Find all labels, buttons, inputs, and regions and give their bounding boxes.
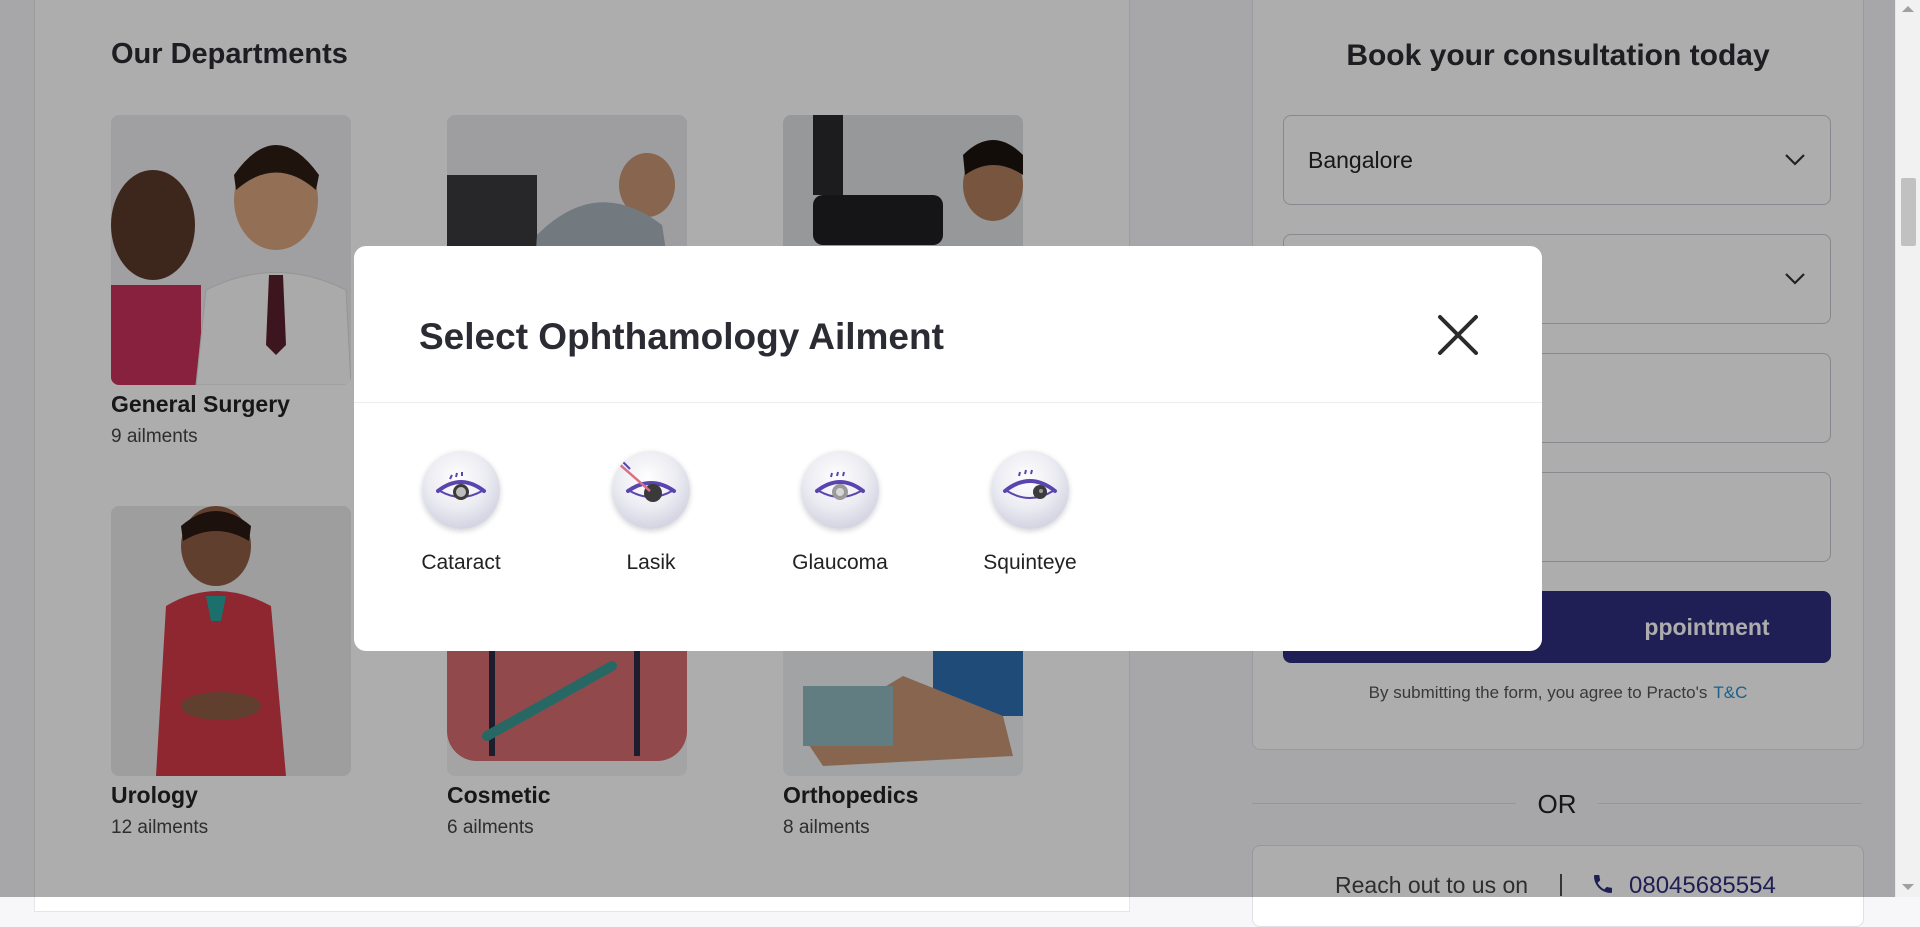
squint-eye-icon: [991, 451, 1069, 529]
ailment-label: Squinteye: [983, 551, 1077, 574]
vertical-scrollbar[interactable]: [1895, 0, 1920, 897]
glaucoma-eye-icon: [801, 451, 879, 529]
ailment-label: Lasik: [626, 551, 676, 574]
modal-divider: [354, 402, 1542, 403]
scroll-down-arrow-icon[interactable]: [1902, 884, 1914, 890]
ailment-option-lasik[interactable]: Lasik: [586, 451, 716, 575]
ailment-label: Glaucoma: [792, 551, 888, 574]
cataract-eye-icon: [422, 451, 500, 529]
ailment-option-cataract[interactable]: Cataract: [396, 451, 526, 575]
scrollbar-thumb[interactable]: [1901, 178, 1916, 246]
ailment-option-squinteye[interactable]: Squinteye: [965, 451, 1095, 575]
modal-title: Select Ophthamology Ailment: [419, 316, 944, 357]
ailment-modal: Select Ophthamology Ailment Cataract Las…: [354, 246, 1542, 651]
ailment-label: Cataract: [421, 551, 501, 574]
scroll-up-arrow-icon[interactable]: [1902, 6, 1914, 12]
ailment-option-glaucoma[interactable]: Glaucoma: [775, 451, 905, 575]
close-icon[interactable]: [1434, 311, 1482, 359]
lasik-eye-icon: [612, 451, 690, 529]
